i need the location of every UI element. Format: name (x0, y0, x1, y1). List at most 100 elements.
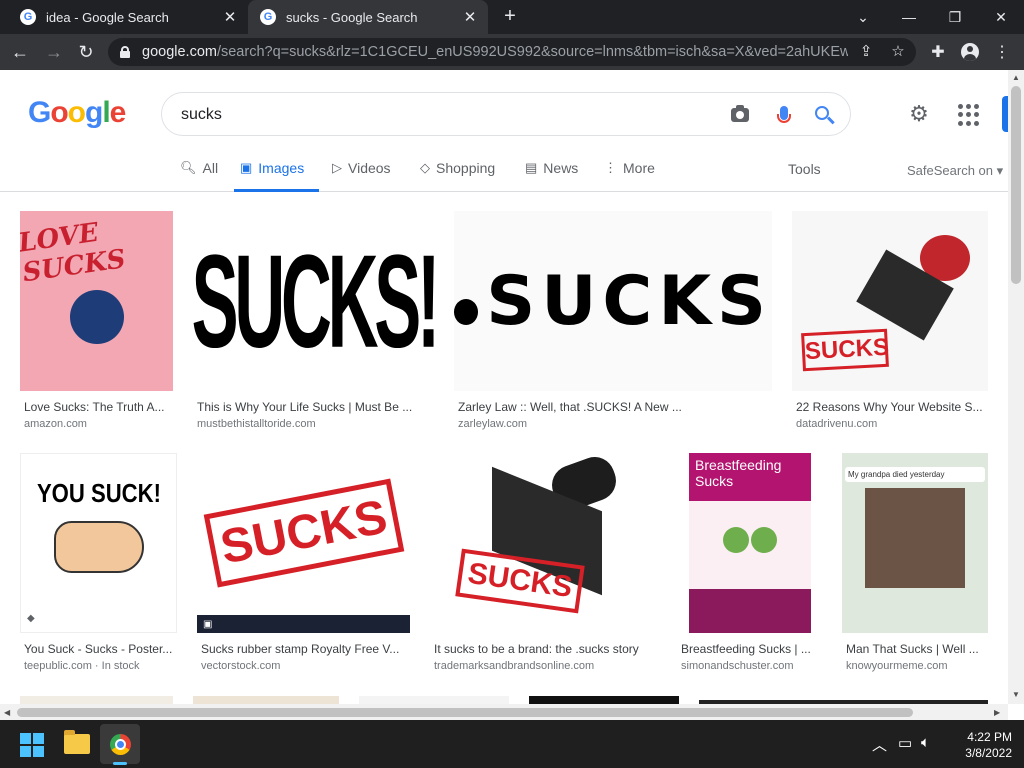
tab-label: Shopping (436, 160, 496, 176)
browser-tab-idea[interactable]: G idea - Google Search ✕ (8, 0, 248, 34)
chrome-menu-icon[interactable]: ⋮ (990, 40, 1014, 64)
image-result[interactable]: Breastfeeding Sucks Breastfeeding Sucks … (677, 453, 822, 685)
result-title[interactable]: Breastfeeding Sucks | ... (681, 642, 818, 656)
search-icon: 🔍︎ (180, 160, 197, 175)
result-title[interactable]: 22 Reasons Why Your Website S... (796, 400, 984, 414)
result-thumbnail[interactable]: Breastfeeding Sucks (689, 453, 811, 633)
result-thumbnail[interactable]: SUCKS (430, 453, 657, 633)
image-result[interactable]: YOU SUCK! ◆ You Suck - Sucks - Poster...… (20, 453, 177, 685)
extensions-puzzle-icon[interactable]: ✚ (926, 40, 950, 64)
result-title[interactable]: Love Sucks: The Truth A... (24, 400, 169, 414)
result-source[interactable]: zarleylaw.com (458, 418, 527, 430)
dropdown-caret-icon: ▾ (996, 163, 1004, 178)
result-thumbnail[interactable]: YOU SUCK! ◆ (20, 453, 177, 633)
scroll-down-arrow-icon[interactable]: ▼ (1012, 690, 1020, 699)
google-favicon-icon: G (260, 9, 276, 25)
voice-search-mic-icon[interactable] (772, 103, 796, 127)
result-source[interactable]: amazon.com (24, 418, 87, 430)
new-tab-button[interactable]: + (498, 5, 522, 29)
result-source[interactable]: datadrivenu.com (796, 418, 877, 430)
result-source[interactable]: knowyourmeme.com (846, 660, 947, 672)
image-result[interactable]: SUCKS! This is Why Your Life Sucks | Mus… (193, 211, 434, 443)
tab-search-chevron-icon[interactable]: ⌄ (840, 0, 886, 34)
chrome-taskbar-button[interactable] (100, 724, 140, 764)
image-result[interactable]: LOVE SUCKS Love Sucks: The Truth A... am… (20, 211, 173, 443)
windows-taskbar: ︿ ▭ 🔈︎ 4:22 PM 3/8/2022 (0, 720, 1024, 768)
horizontal-scroll-thumb[interactable] (17, 708, 913, 717)
image-result[interactable]: SUCKS It sucks to be a brand: the .sucks… (430, 453, 657, 685)
scroll-up-arrow-icon[interactable]: ▲ (1012, 73, 1020, 82)
restore-button[interactable]: ❐ (932, 0, 978, 34)
volume-icon[interactable]: 🔈︎ (921, 734, 930, 751)
play-icon: ▷ (332, 160, 342, 175)
result-thumbnail[interactable]: My grandpa died yesterday (842, 453, 988, 633)
google-apps-grid-icon[interactable] (958, 104, 980, 126)
thumbnail-caption: My grandpa died yesterday (845, 467, 985, 482)
camera-search-icon[interactable] (728, 103, 752, 127)
network-icon[interactable]: ▭ (898, 734, 912, 752)
image-result-partial[interactable] (529, 696, 679, 704)
result-source[interactable]: simonandschuster.com (681, 660, 794, 672)
result-thumbnail[interactable]: SUCKS (792, 211, 988, 391)
vertical-scrollbar[interactable]: ▲ ▼ (1008, 70, 1024, 704)
forward-button[interactable]: → (40, 38, 68, 66)
image-result-partial[interactable] (359, 696, 509, 704)
search-submit-icon[interactable] (812, 103, 836, 127)
back-button[interactable]: ← (6, 38, 34, 66)
result-title[interactable]: This is Why Your Life Sucks | Must Be ..… (197, 400, 430, 414)
result-title[interactable]: Zarley Law :: Well, that .SUCKS! A New .… (458, 400, 768, 414)
thumbnail-caption: SUCKS! (193, 226, 434, 375)
scroll-left-arrow-icon[interactable]: ◀ (4, 708, 10, 717)
reload-button[interactable]: ↻ (72, 38, 100, 66)
image-icon: ▣ (240, 160, 253, 175)
result-thumbnail[interactable]: LOVE SUCKS (20, 211, 173, 391)
thumbnail-caption: YOU SUCK! (36, 477, 161, 508)
profile-button[interactable] (958, 40, 982, 64)
result-title[interactable]: Sucks rubber stamp Royalty Free V... (201, 642, 406, 656)
tray-chevron-up-icon[interactable]: ︿ (872, 734, 887, 755)
image-result[interactable]: SUCKS Zarley Law :: Well, that .SUCKS! A… (454, 211, 772, 443)
browser-tab-sucks[interactable]: G sucks - Google Search ✕ (248, 0, 488, 34)
image-result-partial[interactable] (20, 696, 173, 704)
result-thumbnail[interactable]: SUCKS (454, 211, 772, 391)
google-doodle-logo[interactable]: Google (28, 96, 126, 130)
result-title[interactable]: It sucks to be a brand: the .sucks story (434, 642, 653, 656)
settings-gear-icon[interactable]: ⚙ (907, 102, 931, 126)
browser-toolbar: ← → ↻ google.com/search?q=sucks&rlz=1C1G… (0, 34, 1024, 70)
result-source[interactable]: mustbethistalltoride.com (197, 418, 316, 430)
horizontal-scrollbar[interactable]: ◀ ▶ (0, 704, 1008, 720)
active-app-indicator (113, 762, 127, 765)
image-result-partial[interactable] (193, 696, 339, 704)
image-result[interactable]: My grandpa died yesterday Man That Sucks… (842, 453, 988, 685)
file-explorer-icon[interactable] (64, 730, 90, 754)
bookmark-star-icon[interactable]: ☆ (888, 42, 908, 62)
thumbnail-caption: LOVE SUCKS (20, 217, 128, 289)
scroll-right-arrow-icon[interactable]: ▶ (994, 708, 1000, 717)
profile-avatar-icon (961, 43, 979, 61)
minimize-button[interactable]: — (886, 0, 932, 34)
url-text[interactable]: google.com/search?q=sucks&rlz=1C1GCEU_en… (142, 44, 848, 60)
result-source[interactable]: vectorstock.com (201, 660, 280, 672)
result-source[interactable]: teepublic.com · In stock (24, 660, 140, 672)
system-clock[interactable]: 4:22 PM 3/8/2022 (940, 729, 1012, 761)
result-title[interactable]: You Suck - Sucks - Poster... (24, 642, 173, 656)
result-thumbnail[interactable]: SUCKS! (193, 211, 434, 391)
start-windows-icon[interactable] (20, 733, 44, 757)
image-result[interactable]: SUCKS 22 Reasons Why Your Website S... d… (792, 211, 988, 443)
vertical-scroll-thumb[interactable] (1011, 86, 1021, 284)
result-source[interactable]: trademarksandbrandsonline.com (434, 660, 594, 672)
share-icon[interactable]: ⇪ (856, 42, 876, 62)
address-bar[interactable]: google.com/search?q=sucks&rlz=1C1GCEU_en… (108, 38, 916, 66)
safesearch-toggle[interactable]: SafeSearch on ▾ (907, 163, 1003, 179)
image-icon: ▣ (203, 619, 213, 630)
result-title[interactable]: Man That Sucks | Well ... (846, 642, 984, 656)
image-result[interactable]: SUCKS ▣ Sucks rubber stamp Royalty Free … (197, 453, 410, 685)
close-tab-icon[interactable]: ✕ (218, 8, 242, 26)
close-window-button[interactable]: ✕ (978, 0, 1024, 34)
tools-button[interactable]: Tools (788, 161, 821, 177)
result-thumbnail[interactable]: SUCKS ▣ (197, 453, 410, 633)
close-tab-icon[interactable]: ✕ (458, 8, 482, 26)
tab-images[interactable]: ▣ Images (234, 160, 319, 192)
tab-label: News (543, 160, 579, 176)
search-input[interactable] (181, 103, 701, 127)
